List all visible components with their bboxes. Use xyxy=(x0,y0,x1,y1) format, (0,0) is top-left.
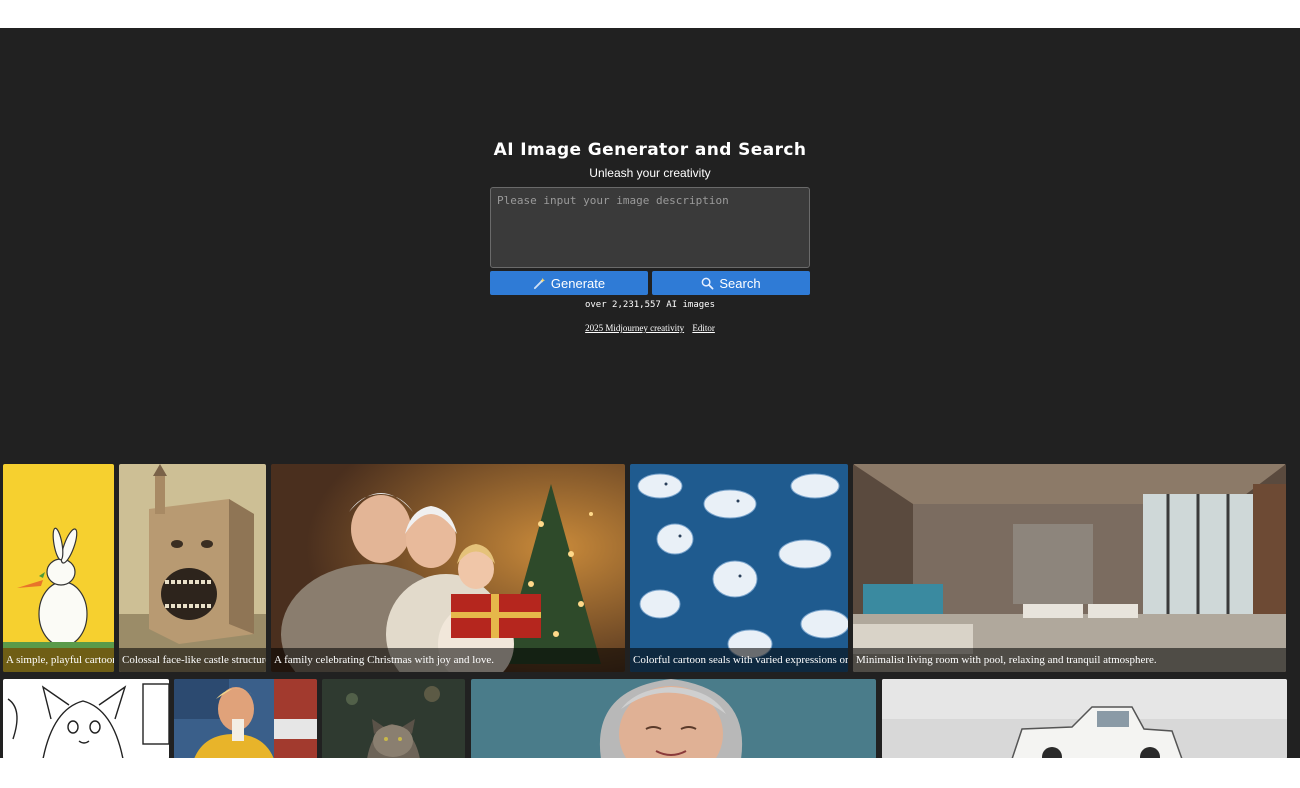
gallery-item[interactable]: Colorful cartoon seals with varied expre… xyxy=(630,464,848,672)
gallery-item[interactable]: Minimalist living room with pool, relaxi… xyxy=(853,464,1286,672)
gallery-caption: A simple, playful cartoon xyxy=(3,648,114,672)
wand-icon xyxy=(533,277,546,290)
gallery-item[interactable] xyxy=(471,679,876,758)
castle-image xyxy=(119,464,266,672)
main-area: AI Image Generator and Search Unleash yo… xyxy=(0,28,1300,758)
family-image xyxy=(271,464,625,672)
page-title: AI Image Generator and Search xyxy=(493,140,807,160)
bottom-bar xyxy=(0,758,1300,788)
generate-button[interactable]: Generate xyxy=(490,271,648,295)
dog-sketch-image xyxy=(3,679,169,758)
cat-image xyxy=(322,679,465,758)
gallery-item[interactable]: Colossal face-like castle structure xyxy=(119,464,266,672)
gallery-caption: Minimalist living room with pool, relaxi… xyxy=(853,648,1286,672)
page-subtitle: Unleash your creativity xyxy=(589,166,711,180)
gallery-caption: A family celebrating Christmas with joy … xyxy=(271,648,625,672)
living-room-image xyxy=(853,464,1286,672)
gallery-caption: Colossal face-like castle structure xyxy=(119,648,266,672)
image-count: over 2,231,557 AI images xyxy=(584,300,716,310)
gallery-caption: Colorful cartoon seals with varied expre… xyxy=(630,648,848,672)
gallery-item[interactable]: A family celebrating Christmas with joy … xyxy=(271,464,625,672)
search-button[interactable]: Search xyxy=(652,271,810,295)
footer-links: 2025 Midjourney creativity Editor xyxy=(0,323,1300,333)
top-bar xyxy=(0,0,1300,28)
gallery-item[interactable] xyxy=(882,679,1287,758)
editor-link[interactable]: Editor xyxy=(692,323,715,333)
hero: AI Image Generator and Search Unleash yo… xyxy=(0,140,1300,180)
bunny-image xyxy=(3,464,114,672)
midjourney-link[interactable]: 2025 Midjourney creativity xyxy=(585,323,684,333)
seals-image xyxy=(630,464,848,672)
woman-portrait-image xyxy=(471,679,876,758)
truck-image xyxy=(882,679,1287,758)
gallery-item[interactable]: A simple, playful cartoon xyxy=(3,464,114,672)
gallery-item[interactable] xyxy=(3,679,169,758)
gallery-item[interactable] xyxy=(322,679,465,758)
search-button-label: Search xyxy=(719,275,761,291)
man-drink-image xyxy=(174,679,317,758)
search-icon xyxy=(701,277,714,290)
prompt-input[interactable] xyxy=(490,187,810,268)
generate-button-label: Generate xyxy=(550,275,606,291)
gallery-item[interactable] xyxy=(174,679,317,758)
